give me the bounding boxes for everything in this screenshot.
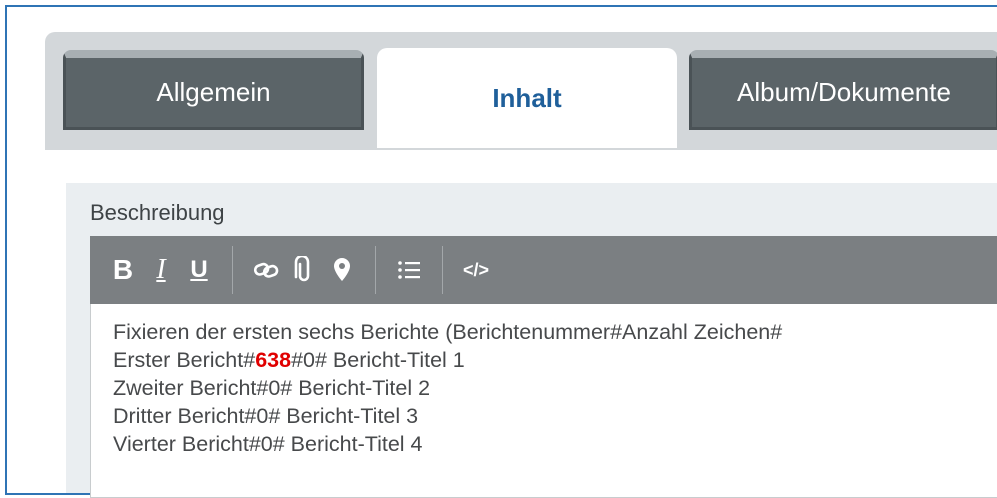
- tab-allgemein[interactable]: Allgemein: [63, 50, 364, 130]
- bullet-list-button[interactable]: [390, 236, 428, 304]
- location-button[interactable]: [323, 236, 361, 304]
- code-view-button[interactable]: </>: [457, 236, 495, 304]
- content-line: Zweiter Bericht#0# Bericht-Titel 2: [113, 376, 431, 400]
- content-line: Dritter Bericht#0# Bericht-Titel 3: [113, 404, 419, 428]
- italic-button[interactable]: I: [142, 236, 180, 304]
- code-view-icon: </>: [462, 259, 490, 280]
- attachment-icon: [294, 256, 310, 282]
- editor-content[interactable]: Fixieren der ersten sechs Berichte (Beri…: [113, 318, 997, 458]
- underline-icon: U: [190, 256, 208, 283]
- tab-inhalt-label: Inhalt: [492, 82, 562, 113]
- bold-icon: B: [112, 254, 134, 285]
- location-pin-icon: [334, 258, 350, 281]
- underline-button[interactable]: U: [180, 236, 218, 304]
- toolbar-separator: [375, 246, 376, 294]
- tab-allgemein-label: Allgemein: [156, 77, 271, 107]
- highlighted-number: 638: [255, 348, 292, 372]
- bold-button[interactable]: B: [104, 236, 142, 304]
- italic-icon: I: [156, 254, 166, 285]
- content-line: Vierter Bericht#0# Bericht-Titel 4: [113, 432, 423, 456]
- toolbar-separator: [442, 246, 443, 294]
- content-line: Fixieren der ersten sechs Berichte (Beri…: [113, 320, 783, 344]
- tab-album-dokumente[interactable]: Album/Dokumente: [689, 50, 997, 130]
- link-button[interactable]: [247, 236, 285, 304]
- attachment-button[interactable]: [285, 236, 323, 304]
- bullet-list-icon: [398, 261, 420, 279]
- tab-album-dokumente-label: Album/Dokumente: [737, 77, 951, 107]
- link-icon: [253, 262, 279, 278]
- editor-toolbar: B I U </>: [90, 236, 997, 304]
- content-text: #0# Bericht-Titel 1: [291, 348, 465, 372]
- content-line: Erster Bericht#638#0# Bericht-Titel 1: [113, 346, 997, 374]
- tab-inhalt[interactable]: Inhalt: [377, 48, 677, 148]
- content-text: Erster Bericht#: [113, 348, 256, 372]
- toolbar-separator: [232, 246, 233, 294]
- field-label-beschreibung: Beschreibung: [90, 200, 225, 225]
